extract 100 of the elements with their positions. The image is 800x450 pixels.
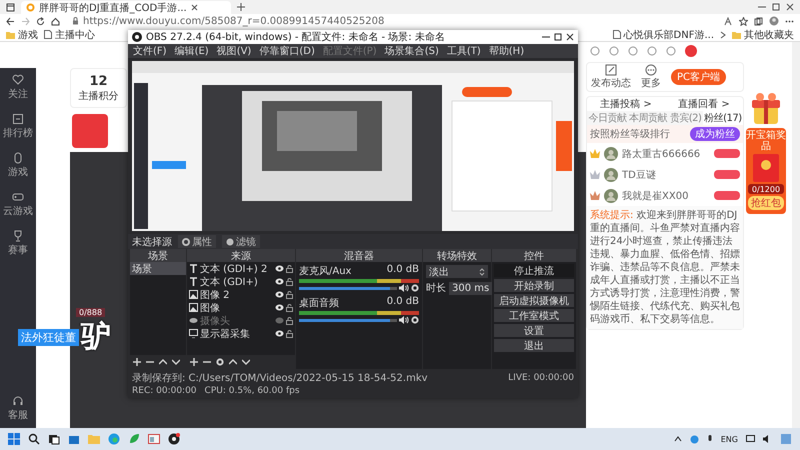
list-icon[interactable] [12, 113, 24, 125]
lock-icon[interactable] [286, 290, 293, 299]
search-icon[interactable] [28, 433, 40, 445]
control-button[interactable]: 开始录制 [494, 279, 574, 292]
window-icon[interactable] [148, 433, 160, 445]
task-view-icon[interactable] [48, 433, 60, 445]
menu-item[interactable]: 停靠窗口(D) [256, 44, 318, 58]
menu-item[interactable]: 帮助(H) [486, 44, 528, 58]
back-icon[interactable] [6, 16, 15, 26]
source-item[interactable]: 摄像头 [187, 314, 295, 328]
control-button[interactable]: 启动虚拟摄像机 [494, 294, 574, 308]
grab-button[interactable]: 抢红包 [748, 196, 784, 210]
lock-icon[interactable] [286, 330, 293, 338]
join-fans-button[interactable]: 成为粉丝 [690, 127, 740, 141]
sidebar-label[interactable]: 赛事 [8, 243, 28, 257]
sidebar-label[interactable]: 云游戏 [3, 204, 33, 218]
lock-icon[interactable] [286, 264, 293, 273]
control-button[interactable]: 设置 [494, 324, 574, 338]
eye-icon[interactable] [275, 330, 284, 338]
eye-icon[interactable] [275, 304, 284, 312]
chevron-icon[interactable] [720, 30, 726, 38]
sidebar-label[interactable]: 排行榜 [3, 126, 33, 140]
store-icon[interactable] [68, 433, 80, 445]
control-button[interactable]: 停止推流 [494, 264, 574, 278]
headset-icon[interactable] [12, 395, 24, 407]
capsule-icon[interactable] [12, 152, 24, 164]
source-item[interactable]: 文本 (GDI+) 2 [187, 262, 295, 276]
transition-select[interactable]: 淡出 [426, 265, 488, 278]
lock-icon[interactable] [286, 304, 293, 312]
chevron-up-icon[interactable] [674, 436, 682, 442]
lock-icon[interactable] [286, 278, 293, 286]
gear-icon[interactable] [411, 284, 419, 292]
eye-icon[interactable] [275, 265, 284, 272]
lock-icon[interactable] [286, 316, 293, 325]
language-indicator[interactable]: ENG [720, 434, 738, 444]
add-icon[interactable] [190, 358, 198, 366]
volume-slider[interactable] [299, 318, 390, 322]
microphone-icon[interactable] [706, 434, 713, 444]
home-icon[interactable] [51, 16, 60, 26]
browser-tab[interactable]: 胖胖哥哥的DJ重直播_COD手游... [21, 1, 231, 14]
source-item[interactable]: 文本 (GDI+) [187, 275, 295, 288]
volume-slider[interactable] [299, 286, 390, 290]
new-tab-icon[interactable] [237, 3, 245, 11]
gamepad-icon[interactable] [12, 191, 24, 203]
speaker-icon[interactable] [399, 284, 409, 292]
action-label[interactable]: 更多 [641, 76, 661, 90]
close-icon[interactable] [566, 33, 574, 41]
eye-icon[interactable] [275, 291, 284, 298]
filters-button[interactable]: 滤镜 [222, 235, 260, 248]
favorite-icon[interactable] [739, 16, 748, 26]
move-down-icon[interactable] [172, 358, 180, 366]
gear-icon[interactable] [216, 358, 224, 366]
sidebar-label[interactable]: 游戏 [8, 165, 28, 179]
maximize-icon[interactable] [554, 33, 562, 41]
network-icon[interactable] [690, 434, 699, 444]
profile-icon[interactable] [769, 16, 779, 26]
read-aloud-icon[interactable] [724, 16, 733, 26]
source-item[interactable]: 图像 2 [187, 288, 295, 302]
avatar-icon[interactable] [685, 45, 697, 57]
panel-link[interactable]: 直播回看 > [678, 97, 730, 111]
bookmark[interactable]: 主播中心 [44, 28, 95, 42]
control-button[interactable]: 退出 [494, 339, 574, 352]
bookmark[interactable]: 游戏 [6, 28, 38, 42]
edit-icon[interactable] [605, 64, 617, 76]
start-icon[interactable] [8, 433, 20, 445]
action-label[interactable]: 发布动态 [591, 76, 631, 90]
panel-link[interactable]: 主播投稿 > [600, 97, 652, 111]
menu-item[interactable]: 视图(V) [214, 44, 254, 58]
duration-field[interactable]: 300 ms [449, 282, 492, 295]
sidebar-label[interactable]: 客服 [8, 408, 28, 422]
rank-tab[interactable]: 粉丝(17) [702, 111, 744, 125]
tab-actions-icon[interactable] [6, 2, 15, 12]
source-item[interactable]: 显示器采集 [187, 327, 295, 340]
collections-icon[interactable] [754, 16, 763, 26]
display-icon[interactable] [746, 435, 755, 443]
eye-closed-icon[interactable] [275, 317, 284, 324]
menu-item[interactable]: 编辑(E) [172, 44, 212, 58]
control-button[interactable]: 工作室模式 [494, 309, 574, 322]
bookmark[interactable]: 其他收藏夹 [732, 28, 794, 42]
eye-icon[interactable] [275, 278, 284, 286]
source-item[interactable]: 图像 [187, 301, 295, 314]
close-icon[interactable] [190, 4, 198, 11]
treasure-box-card[interactable]: 开宝箱奖品 0/1200 抢红包 [746, 128, 786, 214]
more-icon[interactable] [645, 64, 657, 76]
obs-icon[interactable] [168, 433, 180, 445]
close-icon[interactable] [786, 3, 794, 11]
move-down-icon[interactable] [242, 358, 250, 366]
speaker-icon[interactable] [399, 316, 409, 324]
scroll-bar[interactable] [792, 42, 800, 428]
move-up-icon[interactable] [159, 358, 167, 366]
trophy-icon[interactable] [12, 230, 24, 242]
add-icon[interactable] [133, 358, 141, 366]
reload-icon[interactable] [36, 16, 45, 26]
maximize-icon[interactable] [772, 3, 780, 11]
bookmark[interactable]: 心悦俱乐部DNF游... [612, 28, 714, 42]
sidebar-label[interactable]: 关注 [8, 87, 28, 101]
menu-item[interactable]: 文件(F) [130, 44, 170, 58]
properties-button[interactable]: 属性 [178, 235, 216, 248]
scene-item[interactable]: 场景 [130, 262, 186, 276]
menu-item[interactable]: 工具(T) [444, 44, 484, 58]
